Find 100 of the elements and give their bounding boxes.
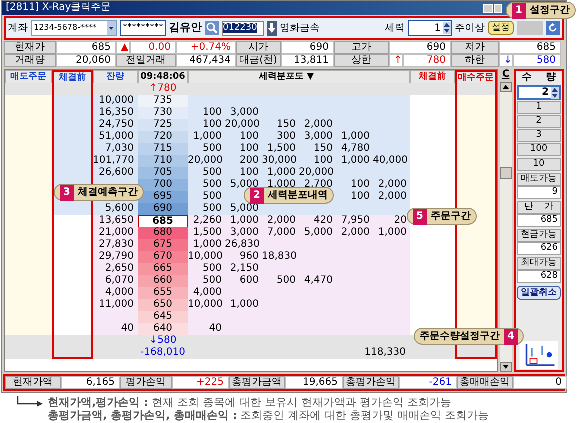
- table-cell-text: 10,000: [188, 251, 224, 263]
- field-label: 현재가: [4, 41, 56, 54]
- table-cell-text: 20: [393, 215, 408, 228]
- table-cell: 10,000: [93, 95, 138, 107]
- table-cell-text: 420: [312, 215, 334, 228]
- field-value: 685: [499, 41, 561, 54]
- table-cell-text: 500: [202, 203, 223, 215]
- table-cell-text: 2,150: [229, 263, 260, 275]
- table-cell-text: 26,830: [225, 239, 261, 251]
- field-label: 총매매손익: [457, 376, 513, 389]
- price-cell: -168,010: [138, 347, 188, 359]
- table-cell-text: 30,000: [262, 155, 298, 167]
- field-value: 580: [513, 54, 561, 67]
- field-value: +0.74%: [176, 41, 236, 54]
- table-cell-text: 40,000: [373, 155, 409, 167]
- owner-name: 김유안: [169, 20, 202, 36]
- field-label: 현재가액: [5, 376, 61, 389]
- table-cell-text: 1,000: [192, 239, 223, 251]
- power-label: 세력: [385, 22, 405, 36]
- table-cell-text: 1,000: [266, 167, 297, 179]
- table-cell-text: 10,000: [188, 299, 224, 311]
- table-cell: 16,350: [93, 107, 138, 119]
- table-cell: 7,030: [93, 143, 138, 155]
- table-cell-text: 1,000: [266, 179, 297, 190]
- table-cell: 101,770: [93, 155, 138, 167]
- table-cell: 2,650: [93, 263, 138, 275]
- table-cell: 21,000: [93, 227, 138, 239]
- field-label: 시가: [236, 41, 281, 54]
- field-label: 총평가손익: [343, 376, 399, 389]
- field-value: ↓: [499, 54, 513, 67]
- field-label: 하한: [451, 54, 499, 67]
- field-value: 628: [517, 270, 561, 283]
- field-value: ▲: [116, 41, 130, 54]
- table-cell-text: 500: [202, 263, 223, 275]
- table-cell-text: 3,000: [229, 227, 260, 239]
- table-cell-text: 960: [238, 251, 260, 263]
- table-cell-text: 100: [312, 155, 334, 167]
- field-value: ↑: [389, 54, 403, 67]
- field-value: 19,665: [285, 376, 343, 389]
- table-cell: 51,000: [93, 131, 138, 143]
- field-value: 685: [56, 41, 116, 54]
- table-cell-text: 1,000: [192, 131, 223, 143]
- table-cell-text: 2,260: [192, 215, 223, 228]
- table-cell-text: 500: [202, 179, 223, 191]
- table-cell-text: 150: [276, 119, 297, 131]
- table-cell-text: 20,000: [225, 119, 261, 131]
- field-label: 대금(천): [236, 54, 281, 67]
- table-cell-text: 100: [238, 131, 260, 143]
- table-cell-text: 3,000: [303, 131, 334, 143]
- table-cell-text: 1,000: [377, 227, 408, 239]
- field-label: 총평가금액: [229, 376, 285, 389]
- callout-tooltip: 2 세력분포내역: [244, 187, 334, 204]
- field-label: 단 가: [517, 201, 561, 214]
- field-label: 최대가능: [517, 257, 561, 270]
- table-cell-text: 500: [202, 191, 223, 203]
- table-cell-text: 1,000: [229, 215, 260, 228]
- table-cell-text: 600: [238, 275, 260, 287]
- table-cell-text: 7,950: [340, 215, 371, 228]
- callout-tooltip: 주문수량설정구간 4: [414, 328, 524, 345]
- table-cell-text: 1,500: [266, 143, 297, 155]
- table-cell-text: 20,000: [188, 155, 224, 167]
- panel-title: 수 량: [521, 72, 557, 84]
- table-cell-text: 100: [238, 167, 260, 179]
- field-label: 매도가능: [517, 173, 561, 186]
- table-cell-text: 1,500: [192, 227, 223, 239]
- field-value: 685: [517, 214, 561, 227]
- stock-name: 영화금속: [280, 22, 320, 36]
- table-cell-text: 500: [276, 275, 297, 287]
- power-suffix: 주이상: [455, 22, 485, 36]
- table-cell-text: 300: [276, 131, 297, 143]
- field-label: 현금가능: [517, 229, 561, 242]
- field-label: 전일거래: [116, 54, 176, 67]
- field-value: 0.00: [130, 41, 176, 54]
- table-cell-text: 1,000: [340, 155, 371, 167]
- table-cell-text: 2,700: [303, 179, 334, 190]
- field-value: 9: [517, 186, 561, 199]
- note-text: 총평가금액, 총평가손익, 총매매손익 : 조회중인 계좌에 대한 총평가및 매매손익 조회가능: [48, 409, 490, 422]
- table-cell-text: 500: [202, 143, 223, 155]
- field-value: 13,811: [281, 54, 334, 67]
- table-cell-text: 2,000: [340, 227, 371, 239]
- field-label: 상한: [334, 54, 389, 67]
- table-cell-text: 500: [202, 275, 223, 287]
- field-label: 고가: [334, 41, 389, 54]
- table-cell-text: 100: [350, 179, 371, 191]
- table-cell-text: 500: [202, 167, 223, 179]
- table-cell-text: 200: [238, 155, 260, 167]
- table-cell-text: 118,330: [364, 347, 407, 359]
- table-cell-text: 100: [238, 143, 260, 155]
- table-cell-text: 2,000: [266, 215, 297, 228]
- table-cell-text: 2,000: [377, 179, 408, 191]
- table-cell-text: 4,470: [303, 275, 334, 287]
- field-value: +225: [172, 376, 229, 389]
- table-cell-text: 4,780: [340, 143, 371, 155]
- field-value: 467,434: [176, 54, 236, 67]
- field-label: 평가손익: [120, 376, 172, 389]
- table-cell-text: 100: [350, 191, 371, 203]
- field-value: 626: [517, 242, 561, 255]
- field-value: 20,060: [56, 54, 116, 67]
- callout-tooltip: 5 주문구간: [407, 208, 477, 225]
- table-cell-text: 40: [208, 323, 223, 335]
